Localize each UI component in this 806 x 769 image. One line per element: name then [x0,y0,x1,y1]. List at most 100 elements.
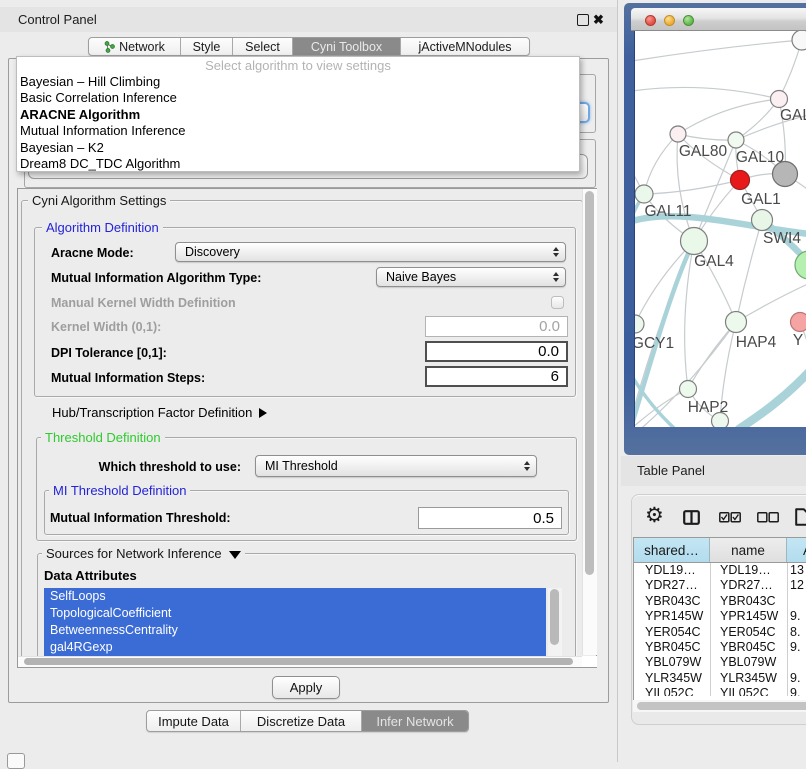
edge-highlighted[interactable] [739,372,806,427]
popup-item-mutual-information-inference[interactable]: Mutual Information Inference [17,123,579,139]
network-graph: GAL2GAL80GAL10GAL1GAL11SWI4GAL4GCY1HAP4Y… [635,31,806,427]
list-item-selfloops[interactable]: SelfLoops [44,588,546,605]
node-hap2[interactable] [680,381,697,398]
node-gal10[interactable] [728,132,744,148]
table-cell: YBL079W [645,655,701,670]
node-label-y: Y [793,332,803,349]
tab-style[interactable]: Style [181,38,233,55]
data-attributes-list[interactable]: SelfLoops TopologicalCoefficient Between… [44,588,546,656]
column-header-shared-name[interactable]: shared… [634,538,710,562]
popup-item-dream8-dc-tdc-algorithm[interactable]: Dream8 DC_TDC Algorithm [17,156,579,172]
which-threshold-combobox[interactable]: MI Threshold [255,455,537,477]
table-row[interactable]: YBR043CYBR043C [634,594,806,609]
popup-item-basic-correlation-inference[interactable]: Basic Correlation Inference [17,90,579,106]
table-row[interactable]: YDL19…YDL19…13 [634,563,806,578]
node-hap4[interactable] [726,312,747,333]
table-row[interactable]: YBL079WYBL079W [634,655,806,670]
edge[interactable] [644,180,740,194]
node-label-hap4: HAP4 [736,334,777,351]
popup-item-bayesian-k2[interactable]: Bayesian – K2 [17,140,579,156]
clear-checks-icon[interactable] [757,512,779,523]
tab-discretize-data[interactable]: Discretize Data [241,711,362,731]
tab-impute-data[interactable]: Impute Data [147,711,241,731]
document-icon[interactable] [795,508,806,526]
mi-threshold-field[interactable]: 0.5 [418,507,562,529]
float-window-icon[interactable] [577,14,589,26]
edge[interactable] [635,87,779,99]
edge[interactable] [635,40,802,61]
network-canvas[interactable]: GAL2GAL80GAL10GAL1GAL11SWI4GAL4GCY1HAP4Y… [634,31,806,427]
column-header-third[interactable]: A [787,538,806,562]
tab-jactivemnodules[interactable]: jActiveMNodules [401,38,529,55]
table-row[interactable]: YLR345WYLR345W9. [634,671,806,686]
minimize-window-icon[interactable] [664,15,675,26]
mi-threshold-definition-title: MI Threshold Definition [49,483,190,498]
manual-kernel-label: Manual Kernel Width Definition [51,296,236,310]
column-header-name[interactable]: name [710,538,787,562]
mi-steps-field[interactable]: 6 [425,366,568,387]
node-gal11[interactable] [635,185,653,203]
table-cell: YDR27… [720,578,773,593]
tab-infer-network[interactable]: Infer Network [362,711,468,731]
tab-jactivemnodules-label: jActiveMNodules [418,40,511,54]
tab-select[interactable]: Select [233,38,293,55]
node-swi4[interactable] [752,210,773,231]
close-panel-icon[interactable]: ✖ [593,12,604,28]
table-cell: YPR145W [645,609,703,624]
aracne-mode-value: Discovery [176,245,547,259]
manual-kernel-checkbox[interactable] [551,296,564,309]
node-right-green[interactable] [795,251,806,279]
network-window-titlebar[interactable] [631,8,806,31]
list-item-betweennesscentrality[interactable]: BetweennessCentrality [44,622,546,639]
kernel-width-field[interactable]: 0.0 [425,316,568,337]
hub-section-toggle[interactable]: Hub/Transcription Factor Definition [52,405,267,420]
table-row[interactable]: YPR145WYPR145W9. [634,609,806,624]
table-cell: YDR27… [645,578,698,593]
popup-item-bayesian-hill-climbing[interactable]: Bayesian – Hill Climbing [17,74,579,90]
tab-network[interactable]: Network [89,38,181,55]
list-item-gal4rgexp[interactable]: gal4RGexp [44,639,546,656]
dpi-tolerance-field[interactable]: 0.0 [425,341,568,362]
node-top-right[interactable] [792,31,806,50]
node-gal4[interactable] [681,228,708,255]
edge[interactable] [644,134,678,194]
settings-vscrollbar-thumb[interactable] [585,191,594,575]
node-gcy1[interactable] [635,315,644,333]
node-label-gal80: GAL80 [679,143,728,160]
popup-item-aracne-algorithm[interactable]: ARACNE Algorithm [17,107,579,123]
sources-toggle[interactable]: Sources for Network Inference [42,546,245,561]
edge[interactable] [736,220,762,322]
table-row[interactable]: YER054CYER054C8. [634,625,806,640]
table-cell: YDL19… [720,563,771,578]
node-table[interactable]: shared… name A YDL19…YDL19…13YDR27… YDR27… [633,537,806,712]
list-item-topologicalcoefficient[interactable]: TopologicalCoefficient [44,605,546,622]
node-gal1[interactable] [731,171,750,190]
combo-arrows-icon [518,461,536,471]
split-columns-icon[interactable] [683,510,700,525]
table-cell: 9. [790,640,800,655]
table-cell: YBR045C [645,640,701,655]
table-row[interactable]: YBR045CYBR045C9. [634,640,806,655]
gear-icon[interactable]: ⚙ [645,503,664,527]
table-hscrollbar-thumb[interactable] [637,702,806,710]
control-panel-titlebar: Control Panel ✖ [0,7,617,32]
aracne-mode-combobox[interactable]: Discovery [175,242,566,262]
edge[interactable] [678,134,736,140]
combo-arrows-icon [547,247,565,257]
zoom-window-icon[interactable] [683,15,694,26]
attributes-scrollbar-thumb[interactable] [550,589,559,645]
table-cell: 8. [790,625,800,640]
table-cell: YLR345W [645,671,702,686]
select-all-checks-icon[interactable] [719,512,741,523]
node-gal2[interactable] [771,91,788,108]
node-gal80[interactable] [670,126,686,142]
settings-hscrollbar-thumb[interactable] [24,658,573,665]
mi-steps-label: Mutual Information Steps: [51,371,205,385]
close-window-icon[interactable] [645,15,656,26]
node-salmon[interactable] [791,313,806,332]
apply-button[interactable]: Apply [272,676,340,699]
table-row[interactable]: YDR27…YDR27…12 [634,578,806,593]
table-row[interactable]: YIL052CYIL052C9. [634,686,806,696]
mi-type-combobox[interactable]: Naive Bayes [376,267,566,287]
tab-cyni-toolbox[interactable]: Cyni Toolbox [293,38,401,55]
